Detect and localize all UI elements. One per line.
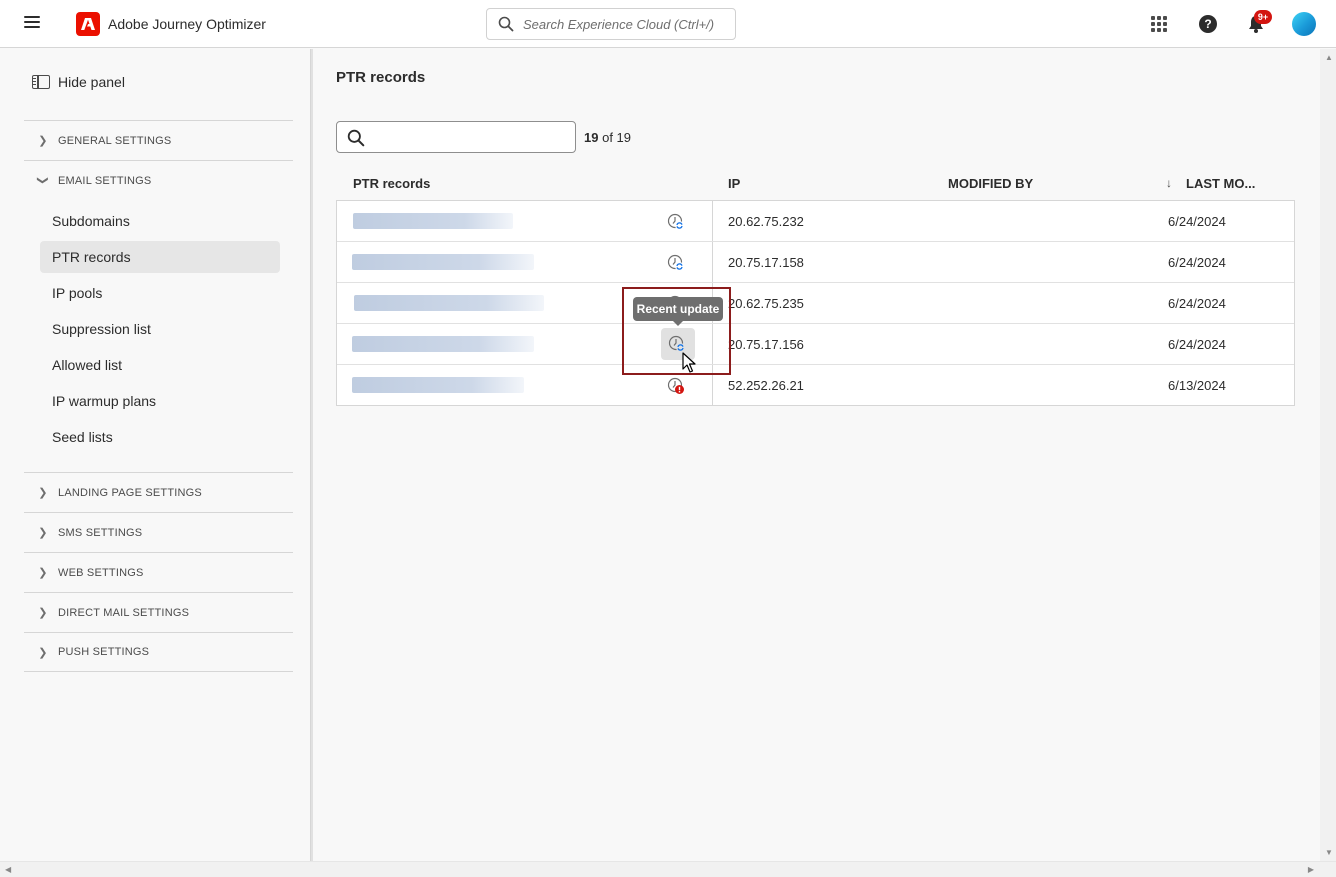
redacted-ptr-name: [352, 336, 534, 352]
chevron-right-icon: ❯: [38, 527, 48, 539]
section-direct-mail-settings[interactable]: ❯ DIRECT MAIL SETTINGS: [24, 592, 293, 632]
app-switcher-icon[interactable]: [1151, 16, 1167, 32]
chevron-right-icon: ❯: [38, 487, 48, 499]
chevron-down-icon: ❯: [36, 175, 49, 186]
nav-item-ip-pools[interactable]: IP pools: [40, 277, 280, 309]
scroll-left-icon[interactable]: ◀: [5, 865, 11, 874]
sort-descending-icon[interactable]: ↓: [1166, 176, 1172, 190]
section-email-settings[interactable]: ❯ EMAIL SETTINGS: [24, 160, 293, 200]
chevron-right-icon: ❯: [38, 135, 48, 147]
section-landing-page-settings[interactable]: ❯ LANDING PAGE SETTINGS: [24, 472, 293, 512]
nav-item-subdomains[interactable]: Subdomains: [40, 205, 280, 237]
section-general-settings[interactable]: ❯ GENERAL SETTINGS: [24, 120, 293, 160]
section-label: DIRECT MAIL SETTINGS: [58, 606, 190, 619]
recent-update-icon[interactable]: [667, 254, 685, 272]
section-label: PUSH SETTINGS: [58, 646, 150, 658]
table-row[interactable]: 20.62.75.235 6/24/2024: [337, 283, 1294, 324]
mouse-cursor-icon: [682, 352, 696, 373]
section-sms-settings[interactable]: ❯ SMS SETTINGS: [24, 512, 293, 552]
search-placeholder: Search Experience Cloud (Ctrl+/): [523, 17, 715, 32]
cell-last-modified: 6/13/2024: [1168, 378, 1226, 393]
section-web-settings[interactable]: ❯ WEB SETTINGS: [24, 552, 293, 592]
app-title[interactable]: Adobe Journey Optimizer: [108, 16, 266, 32]
section-label: SMS SETTINGS: [58, 526, 143, 539]
table-row[interactable]: 20.62.75.232 6/24/2024: [337, 201, 1294, 242]
cell-last-modified: 6/24/2024: [1168, 337, 1226, 352]
scroll-down-icon[interactable]: ▼: [1325, 848, 1333, 857]
ptr-records-table: 20.62.75.232 6/24/2024 20.75.17.158 6/24…: [336, 200, 1295, 406]
vertical-scrollbar[interactable]: ▲ ▼: [1320, 49, 1336, 861]
cell-ip: 20.75.17.156: [728, 337, 804, 352]
failed-update-icon[interactable]: [667, 377, 685, 395]
horizontal-scrollbar[interactable]: ◀ ▶: [0, 861, 1336, 877]
hamburger-menu-icon[interactable]: [24, 16, 40, 30]
global-search-input[interactable]: Search Experience Cloud (Ctrl+/): [486, 8, 736, 40]
cell-ip: 20.62.75.232: [728, 214, 804, 229]
table-row[interactable]: 20.75.17.158 6/24/2024: [337, 242, 1294, 283]
redacted-ptr-name: [352, 254, 534, 270]
settings-sidebar: Hide panel ❯ GENERAL SETTINGS ❯ EMAIL SE…: [0, 49, 311, 861]
section-label: LANDING PAGE SETTINGS: [58, 486, 202, 499]
scroll-right-icon[interactable]: ▶: [1308, 865, 1314, 874]
search-icon: [347, 129, 365, 147]
scroll-up-icon[interactable]: ▲: [1325, 53, 1333, 62]
hide-panel-button[interactable]: Hide panel: [32, 73, 125, 91]
ptr-search-input[interactable]: [336, 121, 576, 153]
recent-update-icon[interactable]: [667, 213, 685, 231]
nav-item-seed-lists[interactable]: Seed lists: [40, 421, 280, 453]
column-header-ptr-records[interactable]: PTR records: [353, 176, 430, 191]
section-push-settings[interactable]: ❯ PUSH SETTINGS: [24, 632, 293, 672]
cell-last-modified: 6/24/2024: [1168, 255, 1226, 270]
chevron-right-icon: ❯: [38, 607, 48, 619]
section-label: WEB SETTINGS: [58, 566, 144, 579]
nav-item-ip-warmup-plans[interactable]: IP warmup plans: [40, 385, 280, 417]
recent-update-tooltip: Recent update: [633, 297, 723, 326]
top-bar: Adobe Journey Optimizer Search Experienc…: [0, 0, 1336, 48]
column-header-modified-by[interactable]: MODIFIED BY: [948, 176, 1033, 191]
chevron-right-icon: ❯: [38, 567, 48, 579]
result-count-number: 19: [584, 130, 599, 145]
result-count: 19 of 19: [584, 130, 631, 145]
search-icon: [498, 16, 514, 32]
adobe-logo-icon[interactable]: [76, 12, 100, 36]
redacted-ptr-name: [352, 377, 524, 393]
nav-item-allowed-list[interactable]: Allowed list: [40, 349, 280, 381]
cell-ip: 20.62.75.235: [728, 296, 804, 311]
column-header-ip[interactable]: IP: [728, 176, 740, 191]
user-avatar[interactable]: [1292, 12, 1316, 36]
cell-last-modified: 6/24/2024: [1168, 214, 1226, 229]
notifications-badge: 9+: [1254, 10, 1272, 24]
cell-ip: 20.75.17.158: [728, 255, 804, 270]
column-header-last-modified[interactable]: LAST MO...: [1186, 176, 1255, 191]
page-title: PTR records: [336, 69, 426, 86]
nav-item-ptr-records[interactable]: PTR records: [40, 241, 280, 273]
section-label: EMAIL SETTINGS: [58, 174, 152, 187]
help-icon[interactable]: ?: [1199, 15, 1217, 33]
hide-panel-label: Hide panel: [58, 74, 125, 90]
panel-toggle-icon: [32, 75, 50, 89]
table-row[interactable]: 20.75.17.156 6/24/2024: [337, 324, 1294, 365]
chevron-right-icon: ❯: [38, 646, 48, 659]
nav-item-suppression-list[interactable]: Suppression list: [40, 313, 280, 345]
cell-ip: 52.252.26.21: [728, 378, 804, 393]
table-row[interactable]: 52.252.26.21 6/13/2024: [337, 365, 1294, 406]
panel-divider[interactable]: [311, 49, 313, 861]
redacted-ptr-name: [354, 295, 544, 311]
cell-last-modified: 6/24/2024: [1168, 296, 1226, 311]
redacted-ptr-name: [353, 213, 513, 229]
section-label: GENERAL SETTINGS: [58, 134, 172, 147]
result-count-total: of 19: [602, 130, 632, 145]
